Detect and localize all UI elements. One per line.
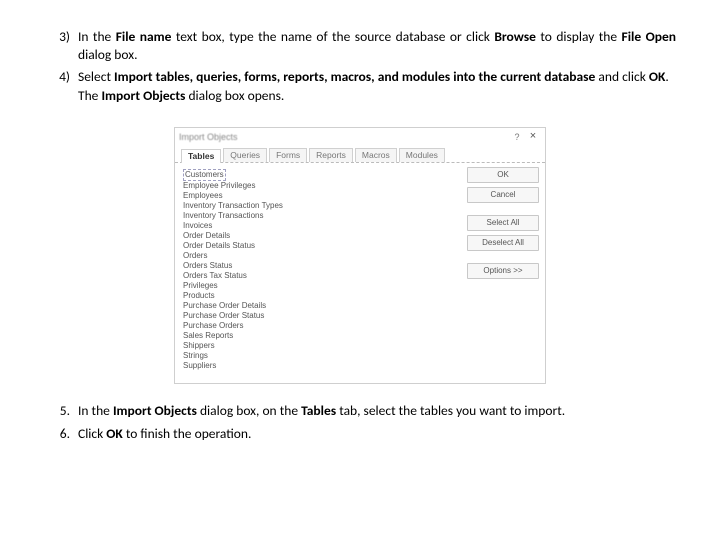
tab-queries[interactable]: Queries [223, 148, 267, 162]
list-item[interactable]: Orders Status [183, 261, 459, 271]
text: tab, select the tables you want to impor… [336, 402, 565, 419]
step-5: 5. In the Import Objects dialog box, on … [44, 402, 676, 420]
step-marker: 3) [44, 28, 70, 46]
step-3: 3) In the File name text box, type the n… [44, 28, 676, 64]
list-item[interactable]: Suppliers [183, 361, 459, 371]
options-button[interactable]: Options >> [467, 263, 539, 279]
list-item[interactable]: Privileges [183, 281, 459, 291]
ok-button[interactable]: OK [467, 167, 539, 183]
tab-tables[interactable]: Tables [181, 149, 221, 163]
dialog-body: Customers Employee Privileges Employees … [175, 163, 545, 383]
dialog-screenshot: Import Objects ? × Tables Queries Forms … [174, 127, 544, 384]
list-item[interactable]: Inventory Transaction Types [183, 201, 459, 211]
step-marker: 5. [44, 402, 70, 420]
list-item[interactable]: Inventory Transactions [183, 211, 459, 221]
list-item[interactable]: Purchase Order Status [183, 311, 459, 321]
close-icon[interactable]: × [525, 129, 541, 144]
text: to finish the operation. [123, 425, 252, 442]
list-item[interactable]: Sales Reports [183, 331, 459, 341]
tab-forms[interactable]: Forms [269, 148, 307, 162]
tables-list[interactable]: Customers Employee Privileges Employees … [181, 167, 461, 373]
tab-macros[interactable]: Macros [355, 148, 397, 162]
step-4: 4) Select Import tables, queries, forms,… [44, 68, 676, 104]
list-item[interactable]: Purchase Orders [183, 321, 459, 331]
text: dialog box, on the [197, 402, 301, 419]
bold: Import tables, queries, forms, reports, … [114, 68, 595, 85]
text: In the [78, 28, 116, 45]
list-item[interactable]: Employees [183, 191, 459, 201]
list-item[interactable]: Order Details Status [183, 241, 459, 251]
text: and click [595, 68, 649, 85]
list-item[interactable]: Invoices [183, 221, 459, 231]
list-item[interactable]: Orders Tax Status [183, 271, 459, 281]
tab-strip: Tables Queries Forms Reports Macros Modu… [175, 146, 545, 163]
text: dialog box. [78, 46, 137, 63]
bold: Import Objects [113, 402, 197, 419]
text: to display the [536, 28, 622, 45]
bold: File Open [622, 28, 676, 45]
page: 3) In the File name text box, type the n… [0, 0, 720, 467]
bold: Tables [301, 402, 336, 419]
tab-reports[interactable]: Reports [309, 148, 353, 162]
text: Select [78, 68, 114, 85]
dialog-buttons: OK Cancel Select All Deselect All Option… [461, 167, 539, 373]
instruction-list-dot: 5. In the Import Objects dialog box, on … [44, 402, 676, 442]
dialog-title: Import Objects [179, 131, 509, 143]
instruction-list-paren: 3) In the File name text box, type the n… [44, 28, 676, 105]
cancel-button[interactable]: Cancel [467, 187, 539, 203]
deselect-all-button[interactable]: Deselect All [467, 235, 539, 251]
help-icon[interactable]: ? [509, 131, 525, 143]
bold: OK [649, 68, 666, 85]
bold: Browse [494, 28, 536, 45]
list-item[interactable]: Strings [183, 351, 459, 361]
text: text box, type the name of the source da… [171, 28, 494, 45]
bold: OK [106, 425, 123, 442]
text: In the [78, 402, 113, 419]
text: dialog box opens. [185, 87, 284, 104]
bold: File name [116, 28, 172, 45]
list-item[interactable]: Order Details [183, 231, 459, 241]
list-item[interactable]: Shippers [183, 341, 459, 351]
list-item[interactable]: Purchase Order Details [183, 301, 459, 311]
list-item[interactable]: Employee Privileges [183, 181, 459, 191]
select-all-button[interactable]: Select All [467, 215, 539, 231]
titlebar: Import Objects ? × [175, 128, 545, 146]
list-item[interactable]: Products [183, 291, 459, 301]
step-marker: 6. [44, 425, 70, 443]
import-objects-dialog: Import Objects ? × Tables Queries Forms … [174, 127, 546, 384]
text: Click [78, 425, 106, 442]
step-marker: 4) [44, 68, 70, 86]
list-item[interactable]: Customers [183, 169, 226, 181]
tab-modules[interactable]: Modules [399, 148, 445, 162]
list-item[interactable]: Orders [183, 251, 459, 261]
step-6: 6. Click OK to finish the operation. [44, 425, 676, 443]
bold: Import Objects [101, 87, 185, 104]
